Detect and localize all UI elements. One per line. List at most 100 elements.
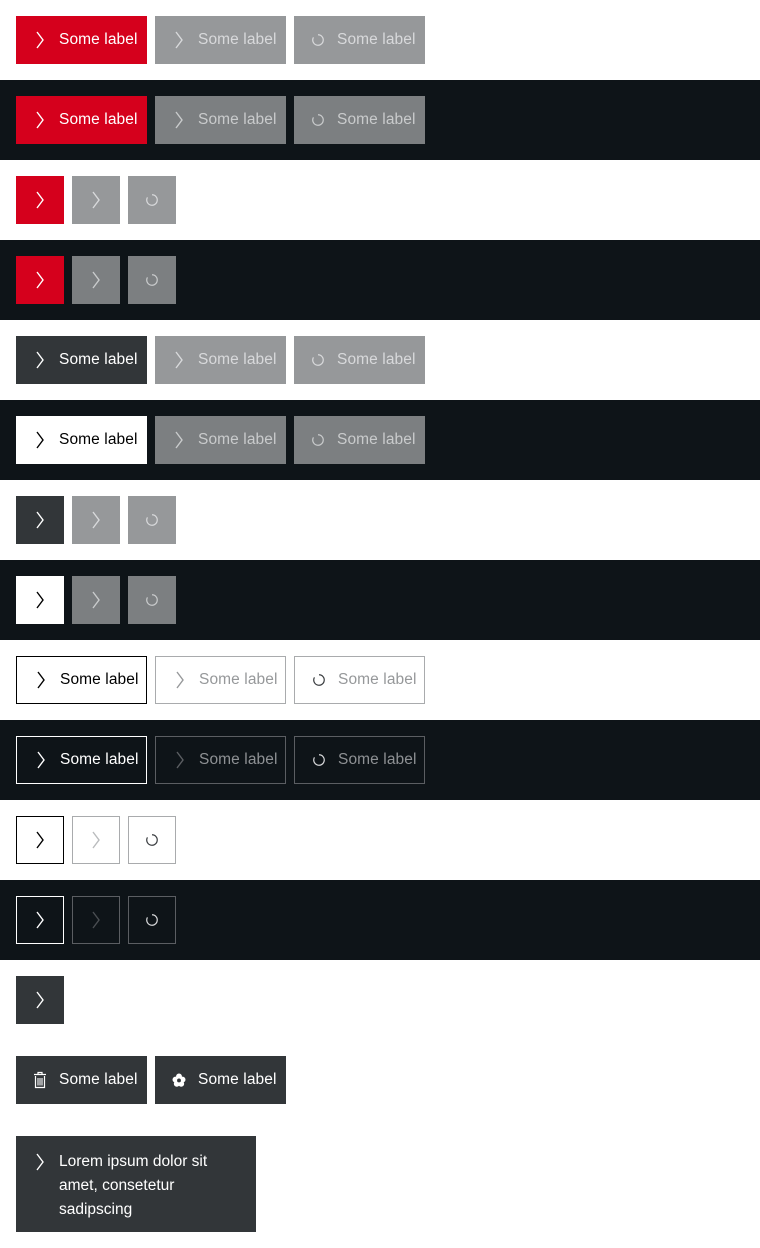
- tertiary-button-disabled[interactable]: Some label: [155, 656, 286, 704]
- button-label: Some label: [337, 431, 416, 448]
- button-label: Some label: [198, 351, 277, 368]
- button-label: Some label: [59, 351, 138, 368]
- arrow-right-icon: [34, 750, 48, 770]
- arrow-right-icon: [33, 910, 47, 930]
- primary-button-loading[interactable]: Some label: [294, 16, 425, 64]
- tertiary-button-disabled[interactable]: Some label: [155, 736, 286, 784]
- primary-button[interactable]: Some label: [16, 96, 147, 144]
- secondary-button-loading[interactable]: Some label: [294, 336, 425, 384]
- button-label: Some label: [60, 671, 139, 688]
- primary-light-row: Some label Some label Some label: [0, 0, 760, 80]
- arrow-right-icon: [172, 430, 186, 450]
- primary-icon-button-loading[interactable]: [128, 176, 176, 224]
- button-label: Some label: [198, 111, 277, 128]
- secondary-icon-light-row: [0, 480, 760, 560]
- secondary-button[interactable]: Some label: [16, 416, 147, 464]
- primary-icon-button-disabled[interactable]: [72, 256, 120, 304]
- secondary-button-disabled[interactable]: Some label: [155, 416, 286, 464]
- secondary-button-loading[interactable]: Some label: [294, 416, 425, 464]
- button-label: Some label: [59, 431, 138, 448]
- button-label: Some label: [338, 671, 417, 688]
- button-label: Some label: [337, 111, 416, 128]
- tertiary-dark-row: Some label Some label Some label: [0, 720, 760, 800]
- arrow-right-icon: [173, 750, 187, 770]
- primary-button-disabled[interactable]: Some label: [155, 16, 286, 64]
- arrow-right-icon: [89, 270, 103, 290]
- tertiary-icon-button-loading[interactable]: [128, 896, 176, 944]
- button-label: Some label: [59, 1071, 138, 1088]
- spinner-icon: [311, 430, 325, 450]
- primary-button-loading[interactable]: Some label: [294, 96, 425, 144]
- arrow-right-icon: [33, 510, 47, 530]
- button-label: Some label: [199, 671, 278, 688]
- primary-button-disabled[interactable]: Some label: [155, 96, 286, 144]
- arrow-right-icon: [33, 30, 47, 50]
- secondary-icon-dark-row: [0, 560, 760, 640]
- arrow-right-icon: [33, 190, 47, 210]
- primary-icon-button[interactable]: [16, 256, 64, 304]
- arrow-right-icon: [33, 350, 47, 370]
- button-label: Some label: [198, 431, 277, 448]
- arrow-right-icon: [172, 110, 186, 130]
- button-label: Some label: [337, 31, 416, 48]
- primary-icon-button-disabled[interactable]: [72, 176, 120, 224]
- tertiary-icon-button[interactable]: [16, 896, 64, 944]
- tertiary-light-row: Some label Some label Some label: [0, 640, 760, 720]
- arrow-right-icon: [33, 110, 47, 130]
- tertiary-button[interactable]: Some label: [16, 736, 147, 784]
- button-label: Some label: [199, 751, 278, 768]
- custom-icon-button[interactable]: Some label: [155, 1056, 286, 1104]
- arrow-right-icon: [33, 1152, 47, 1172]
- arrow-right-icon: [89, 510, 103, 530]
- arrow-right-icon: [173, 670, 187, 690]
- spinner-icon: [145, 190, 159, 210]
- secondary-icon-button-loading[interactable]: [128, 496, 176, 544]
- primary-dark-row: Some label Some label Some label: [0, 80, 760, 160]
- button-label: Some label: [60, 751, 139, 768]
- secondary-icon-button[interactable]: [16, 496, 64, 544]
- button-label: Some label: [198, 31, 277, 48]
- arrow-right-icon: [34, 670, 48, 690]
- primary-button[interactable]: Some label: [16, 16, 147, 64]
- spinner-icon: [311, 110, 325, 130]
- spinner-icon: [145, 910, 159, 930]
- tertiary-button-loading[interactable]: Some label: [294, 656, 425, 704]
- arrow-right-icon: [172, 350, 186, 370]
- secondary-button[interactable]: Some label: [16, 336, 147, 384]
- multiline-button[interactable]: Lorem ipsum dolor sit amet, consetetur s…: [16, 1136, 256, 1232]
- primary-icon-button-loading[interactable]: [128, 256, 176, 304]
- primary-icon-button[interactable]: [16, 176, 64, 224]
- arrow-icon-button[interactable]: [16, 976, 64, 1024]
- secondary-icon-button-disabled[interactable]: [72, 496, 120, 544]
- tertiary-icon-light-row: [0, 800, 760, 880]
- arrow-right-icon: [33, 990, 47, 1010]
- button-label: Some label: [59, 111, 138, 128]
- spinner-icon: [145, 590, 159, 610]
- tertiary-icon-button-loading[interactable]: [128, 816, 176, 864]
- arrow-right-icon: [172, 30, 186, 50]
- secondary-icon-button-loading[interactable]: [128, 576, 176, 624]
- trash-icon: [33, 1070, 47, 1090]
- button-label: Lorem ipsum dolor sit amet, consetetur s…: [59, 1153, 208, 1218]
- spinner-icon: [312, 670, 326, 690]
- arrow-right-icon: [33, 590, 47, 610]
- spinner-icon: [311, 30, 325, 50]
- tertiary-icon-dark-row: [0, 880, 760, 960]
- tertiary-button[interactable]: Some label: [16, 656, 147, 704]
- tertiary-icon-button-disabled[interactable]: [72, 816, 120, 864]
- secondary-icon-button[interactable]: [16, 576, 64, 624]
- tertiary-icon-button-disabled[interactable]: [72, 896, 120, 944]
- primary-icon-dark-row: [0, 240, 760, 320]
- secondary-icon-button-disabled[interactable]: [72, 576, 120, 624]
- tertiary-button-loading[interactable]: Some label: [294, 736, 425, 784]
- secondary-light-row: Some label Some label Some label: [0, 320, 760, 400]
- spinner-icon: [311, 350, 325, 370]
- spinner-icon: [145, 510, 159, 530]
- delete-button[interactable]: Some label: [16, 1056, 147, 1104]
- tertiary-icon-button[interactable]: [16, 816, 64, 864]
- custom-icon-row: Some label Some label: [0, 1040, 760, 1120]
- secondary-button-disabled[interactable]: Some label: [155, 336, 286, 384]
- spinner-icon: [312, 750, 326, 770]
- arrow-right-icon: [89, 590, 103, 610]
- secondary-dark-row: Some label Some label Some label: [0, 400, 760, 480]
